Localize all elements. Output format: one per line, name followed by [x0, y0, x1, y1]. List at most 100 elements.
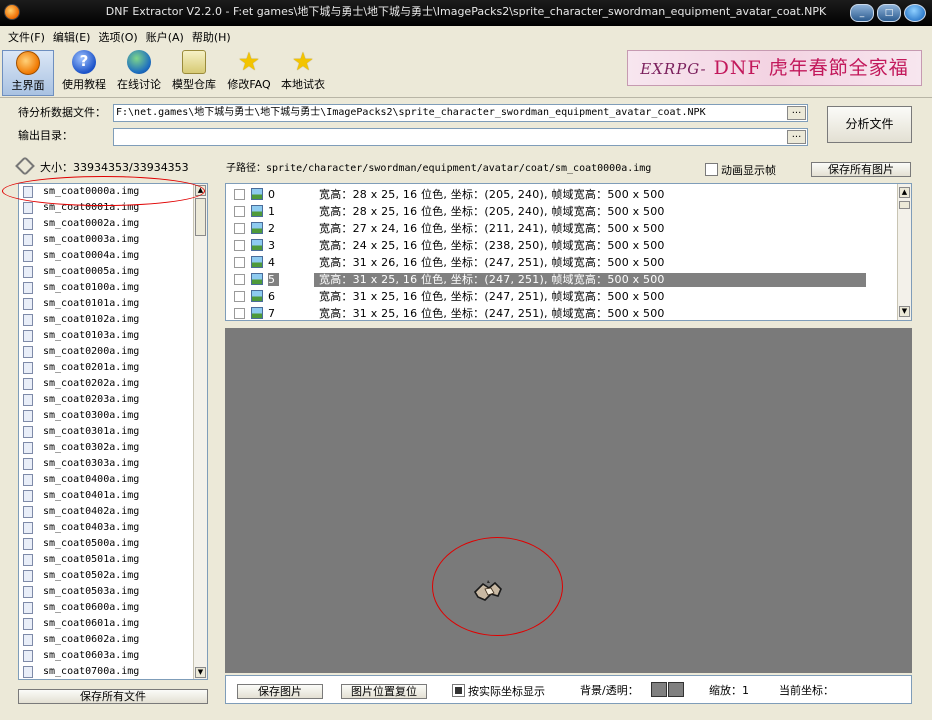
scroll-up-icon[interactable]: ▲ — [899, 187, 910, 198]
menu-file[interactable]: 文件(F) — [6, 26, 51, 46]
frame-row[interactable]: 4 宽高：31 x 26, 16 位色, 坐标：(247, 251), 帧域宽高：… — [226, 254, 898, 271]
file-list-item[interactable]: sm_coat0403a.img — [19, 520, 207, 536]
minimize-button[interactable]: _ — [850, 4, 874, 22]
frame-row[interactable]: 6 宽高：31 x 25, 16 位色, 坐标：(247, 251), 帧域宽高：… — [226, 288, 898, 305]
close-button[interactable] — [904, 4, 926, 22]
file-list-item[interactable]: sm_coat0101a.img — [19, 296, 207, 312]
file-list-item[interactable]: sm_coat0103a.img — [19, 328, 207, 344]
transparent-color-swatch[interactable] — [668, 682, 684, 697]
app-icon[interactable] — [4, 4, 20, 20]
image-icon — [251, 222, 263, 234]
menu-edit[interactable]: 编辑(E) — [51, 26, 97, 46]
frame-checkbox[interactable] — [234, 223, 245, 234]
frame-row[interactable]: 2 宽高：27 x 24, 16 位色, 坐标：(211, 241), 帧域宽高：… — [226, 220, 898, 237]
annotation-circle — [2, 176, 205, 206]
file-list-item[interactable]: sm_coat0603a.img — [19, 648, 207, 664]
file-name: sm_coat0303a.img — [43, 458, 140, 469]
actual-coord-label: 按实际坐标显示 — [468, 685, 545, 698]
toolbar-tutorial[interactable]: ? 使用教程 — [58, 50, 110, 96]
file-list-item[interactable]: sm_coat0601a.img — [19, 616, 207, 632]
file-list-item[interactable]: sm_coat0401a.img — [19, 488, 207, 504]
reset-position-button[interactable]: 图片位置复位 — [341, 684, 427, 699]
maximize-button[interactable]: □ — [877, 4, 901, 22]
toolbar-discuss[interactable]: 在线讨论 — [113, 50, 165, 96]
frame-index: 7 — [268, 307, 275, 320]
toolbar-faq-label: 修改FAQ — [227, 78, 271, 91]
menu-options[interactable]: 选项(O) — [96, 26, 143, 46]
input-file-label: 待分析数据文件： — [18, 106, 106, 119]
file-name: sm_coat0700a.img — [43, 666, 140, 677]
file-list-scrollbar[interactable]: ▲ ▼ — [193, 184, 207, 679]
file-rows: sm_coat0000a.img sm_coat0001a.img sm_coat0… — [19, 184, 207, 679]
frame-checkbox[interactable] — [234, 240, 245, 251]
toolbar-tryon[interactable]: ★ 本地试衣 — [277, 49, 329, 96]
file-list-item[interactable]: sm_coat0003a.img — [19, 232, 207, 248]
file-list-item[interactable]: sm_coat0202a.img — [19, 376, 207, 392]
file-list-item[interactable]: sm_coat0602a.img — [19, 632, 207, 648]
frame-checkbox[interactable] — [234, 189, 245, 200]
star-icon: ★ — [237, 47, 261, 76]
file-list-item[interactable]: sm_coat0502a.img — [19, 568, 207, 584]
menu-account[interactable]: 账户(A) — [144, 26, 190, 46]
frame-checkbox[interactable] — [234, 291, 245, 302]
menu-help[interactable]: 帮助(H) — [190, 26, 237, 46]
actual-coord-checkbox[interactable] — [452, 684, 465, 697]
browse-output-button[interactable]: ... — [787, 130, 806, 144]
file-list-item[interactable]: sm_coat0600a.img — [19, 600, 207, 616]
wrench-icon — [15, 156, 35, 176]
analyze-button[interactable]: 分析文件 — [827, 106, 912, 143]
file-list-item[interactable]: sm_coat0005a.img — [19, 264, 207, 280]
scroll-thumb[interactable] — [195, 198, 206, 236]
save-all-files-button[interactable]: 保存所有文件 — [18, 689, 208, 704]
browse-input-button[interactable]: ... — [787, 106, 806, 120]
file-list[interactable]: sm_coat0000a.img sm_coat0001a.img sm_coat0… — [18, 183, 208, 680]
frame-index: 6 — [268, 290, 275, 303]
save-image-button[interactable]: 保存图片 — [237, 684, 323, 699]
file-list-item[interactable]: sm_coat0100a.img — [19, 280, 207, 296]
frame-checkbox[interactable] — [234, 274, 245, 285]
file-icon — [23, 506, 33, 518]
file-list-item[interactable]: sm_coat0201a.img — [19, 360, 207, 376]
toolbar-model-repo[interactable]: 模型仓库 — [168, 50, 220, 96]
file-list-item[interactable]: sm_coat0402a.img — [19, 504, 207, 520]
input-file-field[interactable]: F:\net.games\地下城与勇士\地下城与勇士\ImagePacks2\s… — [113, 104, 808, 122]
frame-row[interactable]: 0 宽高：28 x 25, 16 位色, 坐标：(205, 240), 帧域宽高：… — [226, 186, 898, 203]
frame-row[interactable]: 1 宽高：28 x 25, 16 位色, 坐标：(205, 240), 帧域宽高：… — [226, 203, 898, 220]
file-list-item[interactable]: sm_coat0700a.img — [19, 664, 207, 679]
file-list-item[interactable]: sm_coat0203a.img — [19, 392, 207, 408]
file-list-item[interactable]: sm_coat0501a.img — [19, 552, 207, 568]
toolbar-main[interactable]: 主界面 — [2, 50, 54, 96]
scroll-down-icon[interactable]: ▼ — [899, 306, 910, 317]
background-color-swatch[interactable] — [651, 682, 667, 697]
file-icon — [23, 410, 33, 422]
file-list-item[interactable]: sm_coat0302a.img — [19, 440, 207, 456]
preview-canvas[interactable] — [225, 328, 912, 673]
frame-checkbox[interactable] — [234, 257, 245, 268]
frame-row[interactable]: 3 宽高：24 x 25, 16 位色, 坐标：(238, 250), 帧域宽高：… — [226, 237, 898, 254]
frame-checkbox[interactable] — [234, 308, 245, 319]
frame-list-scrollbar[interactable]: ▲ ▼ — [897, 184, 911, 320]
file-list-item[interactable]: sm_coat0500a.img — [19, 536, 207, 552]
ad-banner[interactable]: EXRPG- DNF 虎年春節全家福 — [627, 50, 922, 86]
file-name: sm_coat0403a.img — [43, 522, 140, 533]
file-list-item[interactable]: sm_coat0004a.img — [19, 248, 207, 264]
frame-checkbox[interactable] — [234, 206, 245, 217]
file-list-item[interactable]: sm_coat0400a.img — [19, 472, 207, 488]
output-dir-field[interactable] — [113, 128, 808, 146]
file-list-item[interactable]: sm_coat0102a.img — [19, 312, 207, 328]
file-list-item[interactable]: sm_coat0301a.img — [19, 424, 207, 440]
frame-row[interactable]: 5 宽高：31 x 25, 16 位色, 坐标：(247, 251), 帧域宽高：… — [226, 271, 898, 288]
frame-row[interactable]: 7 宽高：31 x 25, 16 位色, 坐标：(247, 251), 帧域宽高：… — [226, 305, 898, 320]
file-icon — [23, 202, 33, 214]
file-list-item[interactable]: sm_coat0300a.img — [19, 408, 207, 424]
file-list-item[interactable]: sm_coat0200a.img — [19, 344, 207, 360]
toolbar-faq[interactable]: ★ 修改FAQ — [223, 47, 275, 96]
file-list-item[interactable]: sm_coat0002a.img — [19, 216, 207, 232]
file-list-item[interactable]: sm_coat0303a.img — [19, 456, 207, 472]
file-list-item[interactable]: sm_coat0503a.img — [19, 584, 207, 600]
scroll-thumb[interactable] — [899, 201, 910, 209]
scroll-down-icon[interactable]: ▼ — [195, 667, 206, 678]
frame-list[interactable]: 0 宽高：28 x 25, 16 位色, 坐标：(205, 240), 帧域宽高：… — [225, 183, 912, 321]
save-all-images-button[interactable]: 保存所有图片 — [811, 162, 911, 177]
animate-checkbox[interactable] — [705, 163, 718, 176]
